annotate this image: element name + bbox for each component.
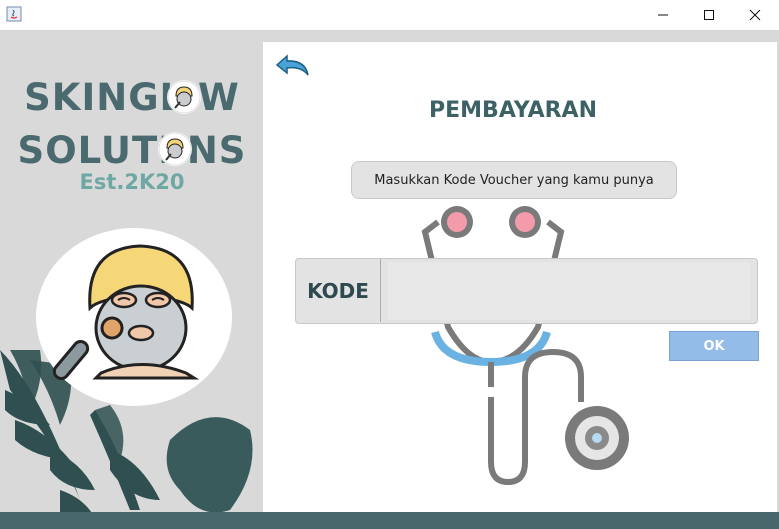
- brand-line-1: SKINGL W: [24, 76, 240, 119]
- mini-face-logo: [158, 132, 192, 166]
- page-title: PEMBAYARAN: [429, 98, 597, 123]
- face-mask-icon: [52, 244, 200, 380]
- minimize-button[interactable]: [640, 0, 686, 30]
- brand-panel: SKINGL W SOLUTI NS Est.2K20: [0, 30, 264, 529]
- app-java-icon: [6, 6, 22, 22]
- code-input[interactable]: [388, 262, 750, 320]
- bottom-bar: [0, 512, 779, 529]
- back-button[interactable]: [275, 53, 311, 79]
- maximize-icon: [704, 10, 714, 20]
- close-icon: [749, 9, 761, 21]
- minimize-icon: [658, 14, 668, 16]
- face-mask-logo: [36, 228, 232, 406]
- face-mask-icon: [167, 80, 201, 114]
- code-label: KODE: [296, 259, 381, 322]
- face-mask-icon: [158, 132, 192, 166]
- mini-face-logo: [167, 80, 201, 114]
- close-button[interactable]: [732, 0, 778, 30]
- voucher-code-button[interactable]: Masukkan Kode Voucher yang kamu punya: [351, 161, 677, 199]
- brand-line-2: SOLUTI NS: [17, 129, 247, 172]
- ok-button[interactable]: OK: [669, 331, 759, 361]
- brand-tagline: Est.2K20: [79, 170, 185, 194]
- maximize-button[interactable]: [686, 0, 732, 30]
- back-arrow-icon: [275, 54, 309, 76]
- title-bar: [0, 0, 779, 30]
